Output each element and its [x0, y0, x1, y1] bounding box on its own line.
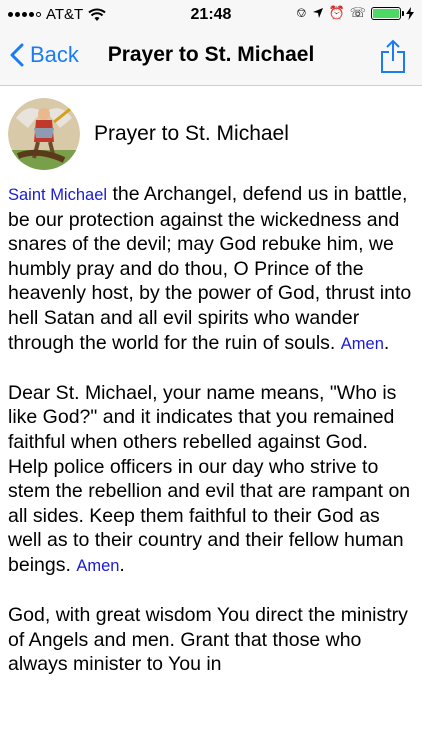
prayer-end-1: . — [383, 331, 390, 354]
charging-bolt-icon — [406, 6, 414, 20]
prayer-end-3: . — [119, 553, 125, 576]
prayer-text-3: Help police officers in our day who stri… — [8, 455, 411, 576]
navigation-bar: Back Prayer to St. Michael — [0, 30, 422, 86]
battery-fill — [373, 8, 399, 18]
prayer-text-1: the Archangel, defend us in battle, be o… — [8, 183, 412, 354]
prayer-paragraph-2: Dear St. Michael, your name means, "Who … — [8, 381, 416, 455]
share-button[interactable] — [380, 39, 406, 78]
location-icon — [312, 8, 323, 18]
tty-icon: ☏ — [349, 5, 366, 20]
prayer-text-4: God, with great wisdom You direct the mi… — [8, 604, 408, 676]
amen-link-2[interactable]: Amen — [76, 557, 119, 575]
alarm-icon: ⏰ — [328, 5, 345, 20]
prayer-paragraph-4: God, with great wisdom You direct the mi… — [8, 603, 416, 677]
prayer-header: Prayer to St. Michael — [8, 86, 416, 182]
share-icon — [381, 39, 405, 73]
prayer-title: Prayer to St. Michael — [94, 122, 289, 145]
st-michael-image — [8, 98, 80, 170]
saint-michael-link[interactable]: Saint Michael — [8, 186, 107, 204]
battery-icon — [371, 6, 404, 20]
prayer-paragraph-3: Help police officers in our day who stri… — [8, 455, 416, 579]
nav-title: Prayer to St. Michael — [107, 43, 315, 66]
status-right: ⎊ ⏰ ☏ — [296, 5, 414, 21]
prayer-text-2: Dear St. Michael, your name means, "Who … — [8, 381, 397, 453]
prayer-content: Prayer to St. Michael Saint Michael the … — [8, 86, 416, 677]
status-bar: AT&T 21:48 ⎊ ⏰ ☏ — [0, 0, 422, 30]
prayer-paragraph-1: Saint Michael the Archangel, defend us i… — [8, 182, 416, 356]
screen-lock-icon: ⎊ — [296, 5, 307, 20]
amen-link-1[interactable]: Amen — [341, 335, 384, 353]
